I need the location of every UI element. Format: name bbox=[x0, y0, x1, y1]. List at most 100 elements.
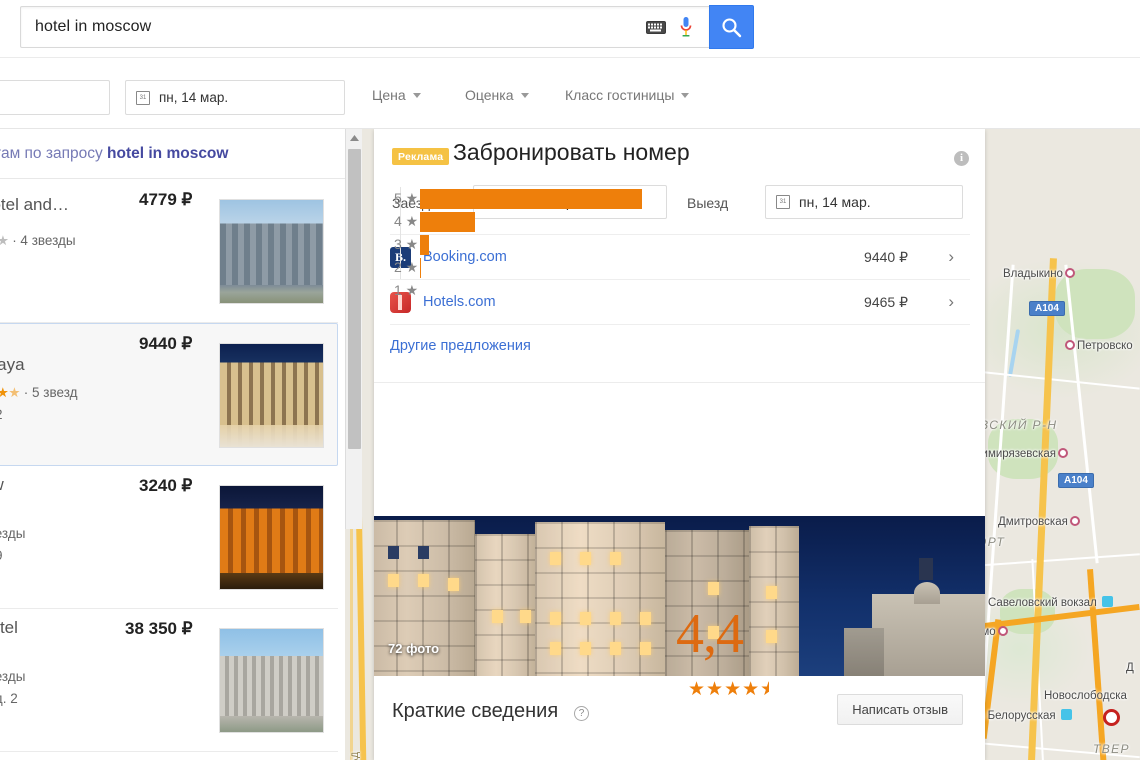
map-label-belorusskaya: ва Белорусская bbox=[972, 709, 1074, 722]
calendar-icon: 31 bbox=[136, 90, 150, 105]
hotel-address: …22 bbox=[0, 407, 3, 422]
map-label-d: Д bbox=[1126, 662, 1134, 674]
photo-window bbox=[550, 552, 561, 565]
map-label-district-tver: ТВЕР bbox=[1093, 742, 1130, 756]
hotel-result-card[interactable]: …s Hotel 38 350 ₽ · 3 звезды …яд. 2 bbox=[0, 609, 338, 752]
stars-empty: ★ bbox=[0, 233, 9, 248]
rail-icon bbox=[1060, 709, 1072, 720]
hotel-name: …a Hotel and… bbox=[0, 195, 69, 214]
star-half-icon: ★ bbox=[760, 678, 779, 701]
scrollbar-thumb[interactable] bbox=[348, 149, 361, 449]
photo-chimney bbox=[919, 558, 933, 580]
search-query-text[interactable]: hotel in moscow bbox=[21, 18, 643, 36]
hotel-name-line1: …s Hotel bbox=[0, 618, 18, 637]
scroll-up-arrow-icon[interactable] bbox=[346, 129, 362, 146]
map-label-mkad: МКАД bbox=[350, 752, 360, 760]
search-input[interactable]: hotel in moscow bbox=[20, 6, 710, 48]
histogram-row: 5 ★ bbox=[394, 187, 694, 210]
reviews-title: Краткие сведения bbox=[392, 700, 559, 722]
search-header: hotel in moscow bbox=[0, 0, 1140, 58]
header-divider bbox=[0, 57, 1140, 58]
checkout-filter-field[interactable]: 31 пн, 14 мар. bbox=[125, 80, 345, 115]
histogram-row: 2 ★ bbox=[394, 256, 694, 279]
star-half: ★ bbox=[8, 385, 21, 400]
histogram-label: 2 ★ bbox=[394, 259, 419, 275]
photo-window bbox=[388, 546, 399, 559]
hotel-price: 3240 ₽ bbox=[139, 476, 193, 495]
hotel-result-card[interactable]: …scow …tel 3240 ₽ · 3 звезды …, 9 bbox=[0, 466, 338, 609]
results-scrollbar[interactable] bbox=[345, 129, 362, 529]
hotel-address: …яд. 2 bbox=[0, 691, 18, 706]
metro-icon bbox=[1057, 448, 1068, 458]
hotel-class: · 3 звезды bbox=[0, 669, 26, 684]
photo-window bbox=[580, 642, 591, 655]
price-filter-label: Цена bbox=[372, 87, 406, 103]
hotel-class-filter-label: Класс гостиницы bbox=[565, 87, 675, 103]
hotel-photo bbox=[220, 486, 323, 589]
photo-window bbox=[708, 582, 719, 595]
hotel-class: · 4 звезды bbox=[12, 233, 76, 248]
histogram-row: 1 ★ bbox=[394, 279, 694, 302]
photo-count-label: 72 фото bbox=[388, 641, 440, 656]
search-button[interactable] bbox=[709, 5, 754, 49]
hotel-price: 4779 ₽ bbox=[139, 190, 193, 209]
checkin-filter-field[interactable] bbox=[0, 80, 110, 115]
hotel-thumbnail[interactable] bbox=[219, 199, 324, 304]
photo-window bbox=[388, 574, 399, 587]
calendar-icon: 31 bbox=[776, 195, 790, 209]
hotel-result-card[interactable]: …a Hotel and… 4779 ₽ ★★★★ · 4 звезды bbox=[0, 180, 338, 323]
histogram-bar bbox=[420, 211, 475, 232]
hotel-address: …, 9 bbox=[0, 548, 3, 563]
photo-building-right bbox=[872, 594, 985, 676]
rating-histogram: 5 ★ 4 ★ 3 ★ 2 ★ 1 ★ bbox=[394, 187, 694, 302]
map-poi-pin[interactable] bbox=[1103, 709, 1120, 726]
chevron-right-icon[interactable]: › bbox=[948, 247, 954, 267]
map-label-timiryazevskaya: Тимирязевская bbox=[975, 448, 1070, 460]
provider-price: 9440 ₽ bbox=[864, 248, 908, 265]
hotel-result-card-selected[interactable]: …ntal …erskaya 9440 ₽ ★★★★★ · 5 звезд …2… bbox=[0, 323, 338, 466]
reviews-summary-section: Краткие сведения ? Написать отзыв bbox=[374, 676, 985, 760]
photo-window bbox=[640, 642, 651, 655]
info-icon[interactable]: i bbox=[954, 151, 969, 166]
hotel-class-filter-dropdown[interactable]: Класс гостиницы bbox=[565, 87, 690, 103]
hotel-photo bbox=[220, 200, 323, 303]
keyboard-icon[interactable] bbox=[643, 14, 669, 40]
map-label-dmitrovskaya: Дмитровская bbox=[998, 516, 1082, 528]
rail-icon bbox=[1101, 596, 1113, 607]
histogram-row: 4 ★ bbox=[394, 210, 694, 233]
chevron-down-icon bbox=[520, 92, 529, 98]
results-header: ...льтатам по запросу hotel in moscow bbox=[0, 129, 345, 179]
chevron-right-icon[interactable]: › bbox=[948, 292, 954, 312]
histogram-label: 4 ★ bbox=[394, 213, 419, 229]
hotel-thumbnail[interactable] bbox=[219, 485, 324, 590]
microphone-icon[interactable] bbox=[673, 12, 699, 42]
hotel-photo bbox=[220, 344, 323, 447]
metro-icon bbox=[1069, 516, 1080, 526]
checkout-date-field[interactable]: 31 пн, 14 мар. bbox=[765, 185, 963, 219]
hotel-class: · 3 звезды bbox=[0, 526, 26, 541]
photo-window bbox=[550, 612, 561, 625]
photo-window bbox=[448, 578, 459, 591]
highway-shield-icon: A104 bbox=[1058, 473, 1094, 488]
hotel-thumbnail[interactable] bbox=[219, 343, 324, 448]
results-header-prefix: ...льтатам по запросу bbox=[0, 144, 103, 162]
histogram-bar bbox=[420, 234, 429, 255]
hotel-thumbnail[interactable] bbox=[219, 628, 324, 733]
histogram-bar bbox=[420, 188, 642, 209]
hotel-class: · 5 звезд bbox=[23, 385, 78, 400]
rating-filter-dropdown[interactable]: Оценка bbox=[465, 87, 529, 103]
checkout-filter-value: пн, 14 мар. bbox=[159, 90, 229, 105]
ad-badge: Реклама bbox=[392, 148, 450, 165]
photo-window bbox=[550, 642, 561, 655]
help-icon[interactable]: ? bbox=[574, 706, 589, 721]
card-divider bbox=[374, 382, 985, 383]
photo-building bbox=[749, 526, 799, 676]
results-panel[interactable]: ...льтатам по запросу hotel in moscow …a… bbox=[0, 129, 345, 760]
write-review-button[interactable]: Написать отзыв bbox=[837, 694, 963, 725]
metro-icon bbox=[1064, 268, 1075, 278]
price-filter-dropdown[interactable]: Цена bbox=[372, 87, 421, 103]
hotel-star-rating: · 3 звезды bbox=[0, 526, 25, 541]
hotel-price: 38 350 ₽ bbox=[125, 619, 193, 638]
photo-window bbox=[580, 612, 591, 625]
more-offers-link[interactable]: Другие предложения bbox=[390, 324, 970, 366]
